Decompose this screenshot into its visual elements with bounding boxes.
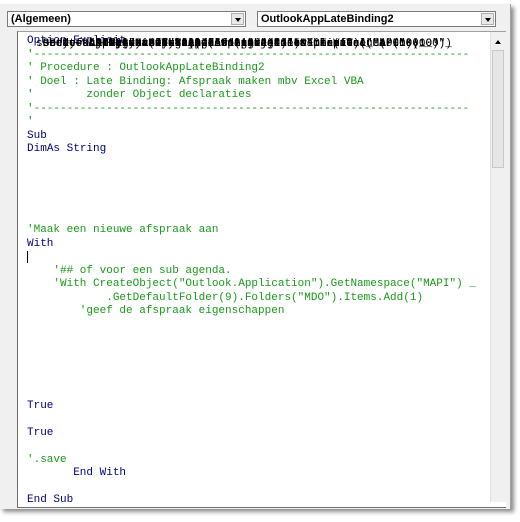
comment-token: .GetDefaultFolder(9).Folders("MDO").Item…	[27, 291, 424, 304]
code-line[interactable]: '## of voor een sub agenda.	[27, 265, 487, 279]
chevron-down-icon[interactable]	[481, 13, 494, 25]
comment-token: '.save	[27, 453, 67, 466]
procedure-dropdown[interactable]: OutlookAppLateBinding2	[257, 11, 496, 27]
keyword-token: True	[27, 399, 54, 412]
comment-token: '	[27, 116, 34, 128]
code-line[interactable]: & "En alles wat goed is!!"	[27, 38, 487, 211]
comment-token: 'With CreateObject("Outlook.Application"…	[27, 278, 476, 290]
code-line[interactable]: & "Wenst u prettige feestdagen" & Chr(10…	[27, 38, 487, 184]
scrollbar-thumb[interactable]	[492, 50, 504, 168]
comment-token: '---------------------------------------…	[27, 102, 470, 115]
code-line[interactable]: .ReminderSet = True	[27, 38, 487, 441]
keyword-token: End Sub	[27, 494, 74, 506]
code-line[interactable]	[27, 481, 487, 495]
code-line[interactable]: With CreateObject("Outlook.Application")…	[27, 38, 487, 252]
code-line[interactable]: '	[27, 116, 487, 130]
keyword-token: True	[27, 426, 54, 439]
keyword-token: As String	[46, 143, 107, 155]
code-editor[interactable]: Option Explicit '------------------------…	[27, 35, 487, 508]
code-line[interactable]: .Display '.save	[27, 38, 487, 468]
code-line[interactable]: .Categories = "rood"	[27, 38, 487, 454]
comment-token: '## of voor een sub agenda.	[27, 264, 232, 277]
code-line[interactable]: .End = DateValue("26-12-2014") + TimeVal…	[27, 38, 487, 400]
code-line[interactable]: End Sub	[27, 494, 487, 508]
comment-token: ' Doel : Late Binding: Afspraak maken mb…	[27, 75, 364, 88]
code-line[interactable]: ' Doel : Late Binding: Afspraak maken mb…	[27, 76, 487, 90]
code-line[interactable]: '---------------------------------------…	[27, 103, 487, 117]
code-line[interactable]: .Start = DateValue("26-12-2014") + TimeV…	[27, 38, 487, 387]
code-line[interactable]: .GetDefaultFolder(9).Items.Add(1)	[27, 38, 487, 265]
keyword-token: Dim	[27, 143, 47, 155]
keyword-token: With	[27, 237, 54, 250]
keyword-token: End With	[27, 467, 127, 479]
code-line[interactable]: .ReminderMinutesBeforeStart = 15	[27, 38, 487, 427]
comment-token: ' zonder Object declaraties	[27, 89, 252, 101]
vertical-scrollbar[interactable]	[490, 32, 506, 502]
code-token: .Display	[36, 38, 149, 50]
code-line[interactable]: Sub OutlookAppLateBinding2()	[27, 38, 487, 144]
keyword-token: Sub	[27, 129, 47, 142]
code-line[interactable]: & "En voor 2015 weer veel leesplezier!" …	[27, 38, 487, 198]
code-line[interactable]	[27, 211, 487, 225]
object-dropdown-value: (Algemeen)	[11, 13, 71, 25]
comment-token: ' Procedure : OutlookAppLateBinding2	[27, 62, 265, 74]
code-line[interactable]: .AllDayEvent = True	[27, 38, 487, 414]
code-line[interactable]: 'geef de afspraak eigenschappen	[27, 305, 487, 319]
code-line[interactable]: sBody = "De redactie van de Helpmij Nieu…	[27, 38, 487, 171]
code-line[interactable]: .Location = "Bij de open haard"	[27, 38, 487, 346]
code-line[interactable]: .BusyStatus = 1	[27, 38, 487, 373]
procedure-dropdown-value: OutlookAppLateBinding2	[261, 13, 394, 25]
scroll-up-icon[interactable]	[491, 35, 505, 49]
code-line[interactable]: .GetDefaultFolder(9).Folders("MDO").Item…	[27, 292, 487, 306]
code-line[interactable]: Dim sBody As String	[27, 38, 487, 157]
code-line[interactable]: End With	[27, 467, 487, 481]
code-line[interactable]: ' zonder Object declaraties	[27, 89, 487, 103]
code-line[interactable]: 'Maak een nieuwe afspraak aan	[27, 224, 487, 238]
chevron-down-icon[interactable]	[231, 13, 244, 25]
comment-token: 'geef de afspraak eigenschappen	[27, 305, 285, 317]
vba-code-window: (Algemeen) OutlookAppLateBinding2 Option…	[0, 4, 511, 509]
code-line[interactable]: .Subject = "Kerstviering"	[27, 38, 487, 333]
code-line[interactable]: .Body = sBody	[27, 38, 487, 360]
object-dropdown[interactable]: (Algemeen)	[7, 11, 246, 27]
code-line[interactable]: ' Procedure : OutlookAppLateBinding2	[27, 62, 487, 76]
comment-token: 'Maak een nieuwe afspraak aan	[27, 224, 219, 236]
code-line[interactable]: 'With CreateObject("Outlook.Application"…	[27, 278, 487, 292]
text-cursor	[27, 251, 28, 263]
code-pane[interactable]: Option Explicit '------------------------…	[17, 31, 506, 508]
